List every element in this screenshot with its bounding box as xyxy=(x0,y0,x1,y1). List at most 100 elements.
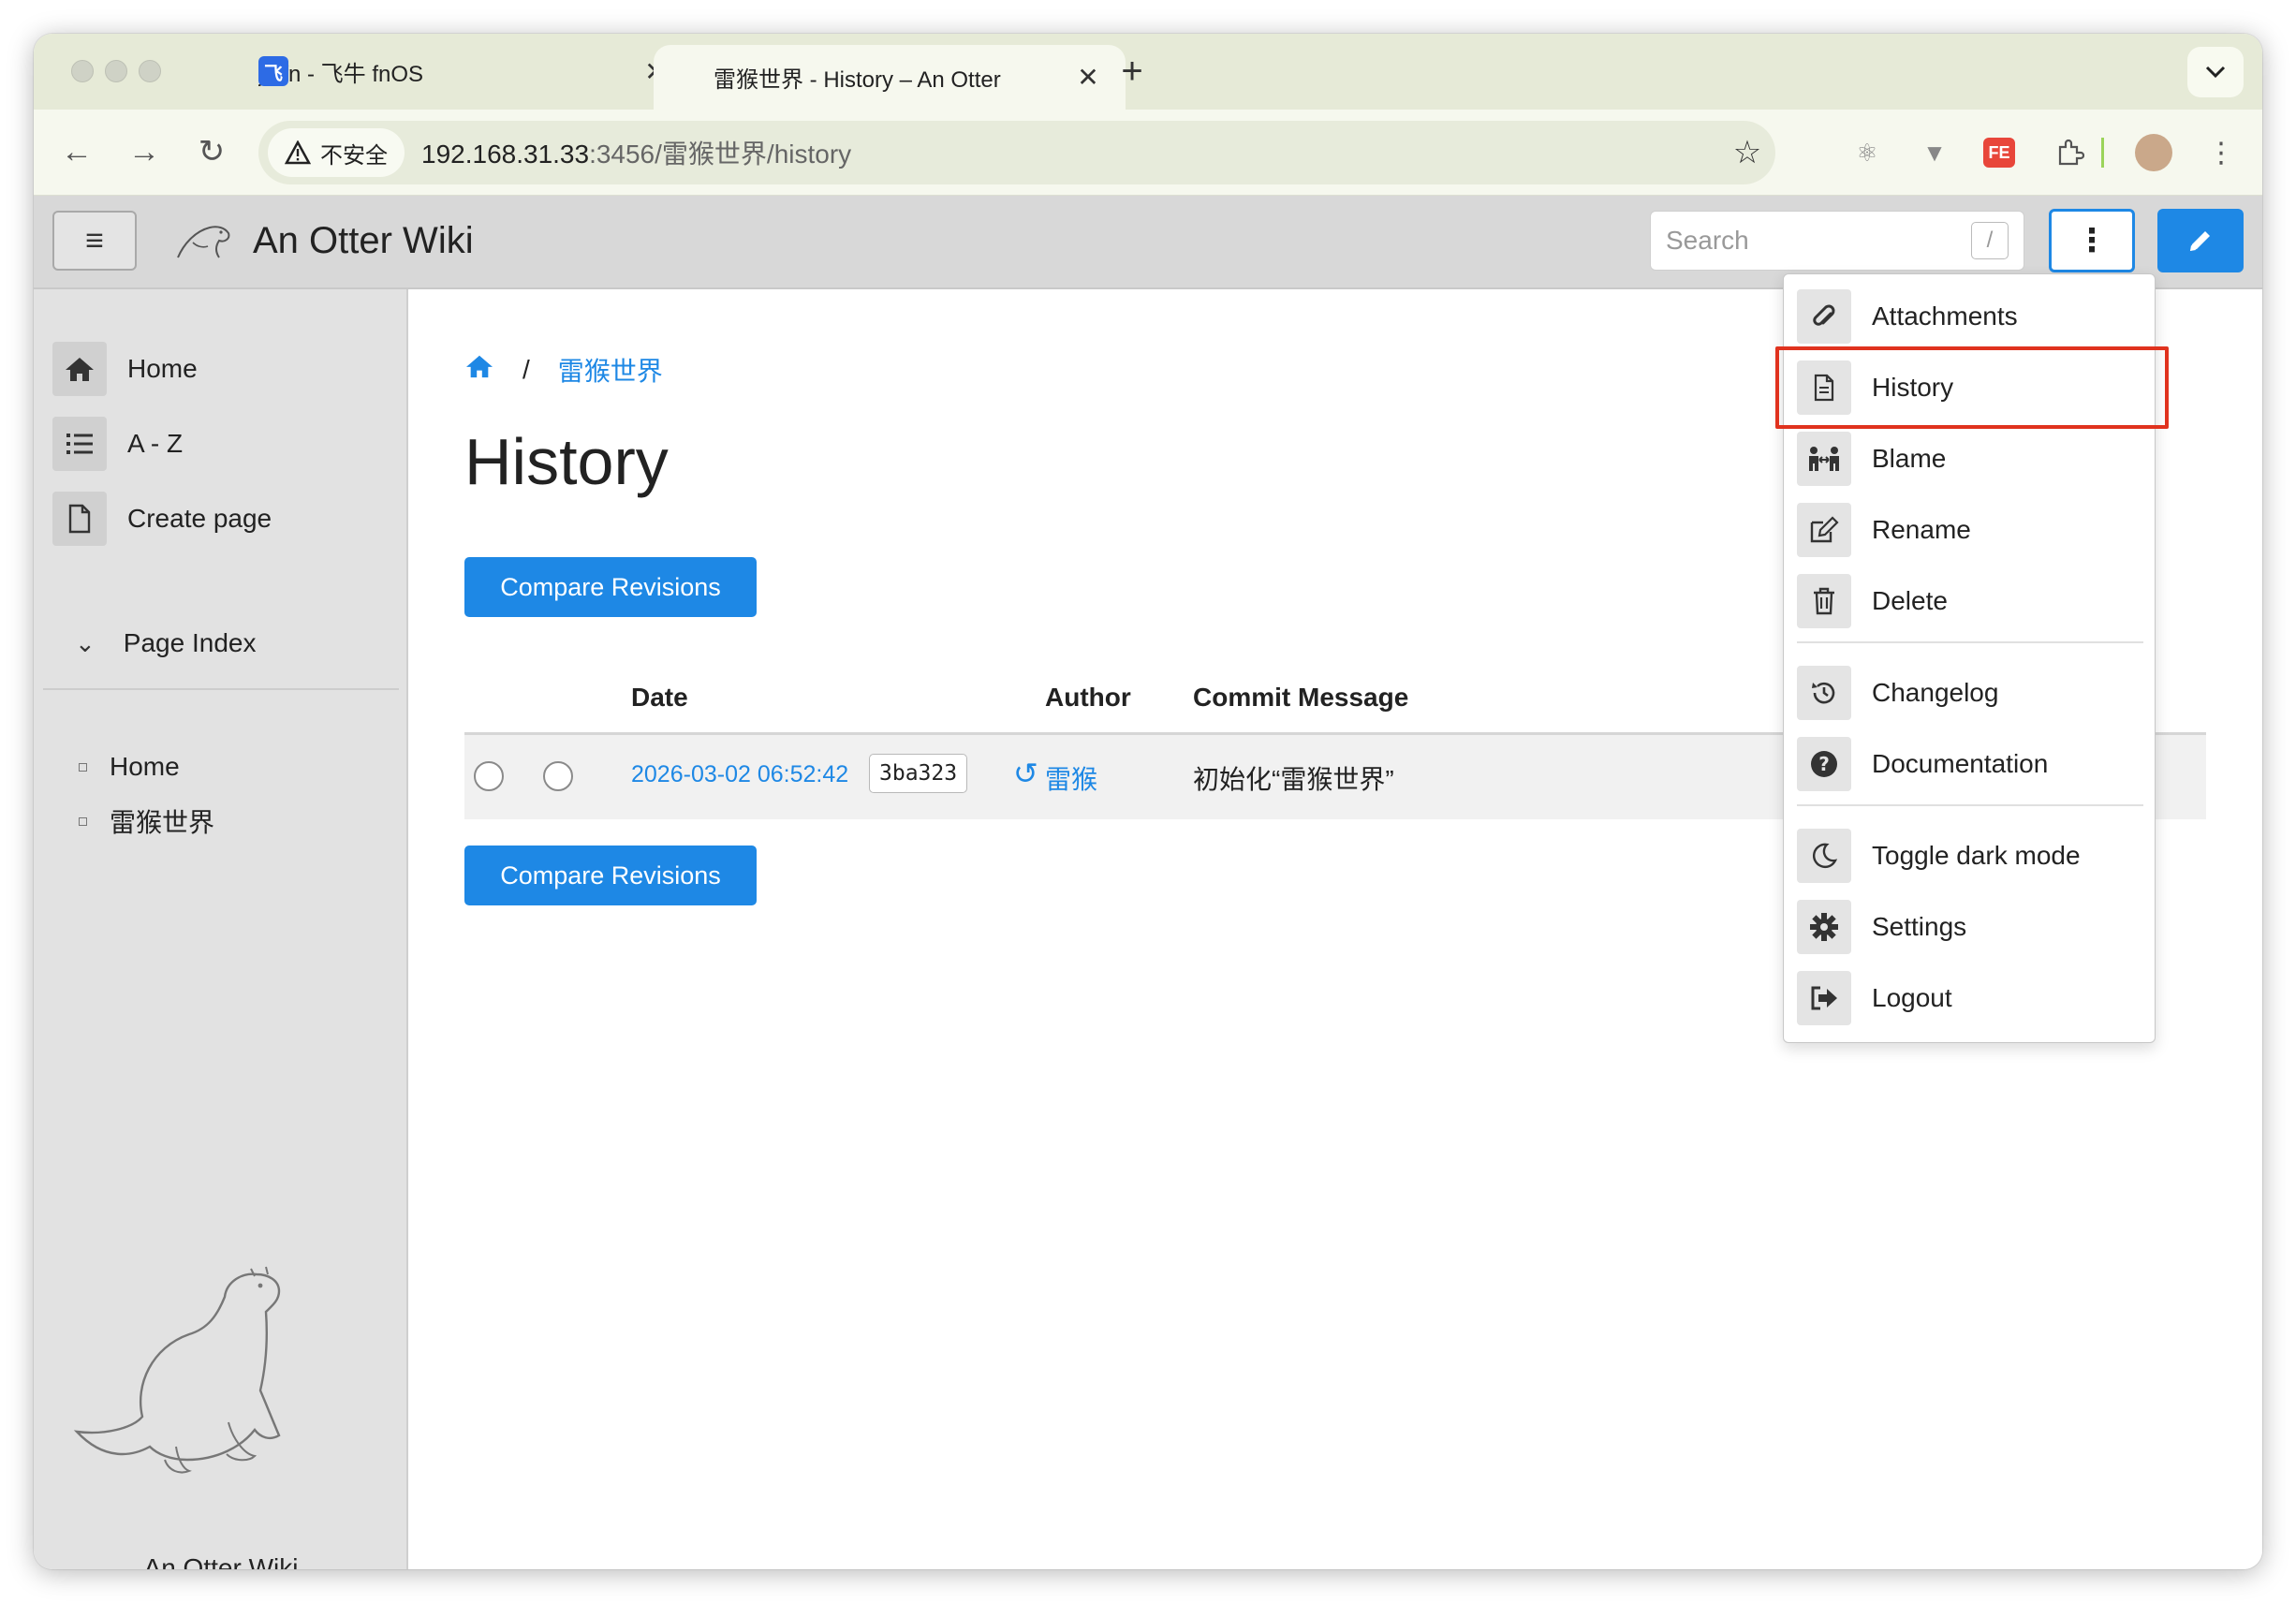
sidebar-item-label: A - Z xyxy=(127,429,184,458)
menu-item-logout[interactable]: Logout xyxy=(1797,969,2143,1027)
menu-divider xyxy=(1797,641,2143,643)
paperclip-icon xyxy=(1797,289,1851,344)
svg-text:?: ? xyxy=(1818,753,1830,775)
search-input[interactable]: Search / xyxy=(1650,211,2024,271)
site-title[interactable]: An Otter Wiki xyxy=(253,220,474,262)
sidebar-item-create-page[interactable]: Create page xyxy=(52,492,272,546)
bullet-icon xyxy=(79,762,87,772)
breadcrumb-page-link[interactable]: 雷猴世界 xyxy=(558,351,663,389)
sidebar-item-label: Home xyxy=(127,354,198,383)
arrow-left-icon: ← xyxy=(61,134,93,169)
menu-item-delete[interactable]: Delete xyxy=(1797,572,2143,630)
browser-menu-icon[interactable]: ⋮ xyxy=(2202,134,2240,171)
column-header-commit-message: Commit Message xyxy=(1193,683,1409,712)
revert-icon[interactable]: ↺ xyxy=(1013,756,1038,791)
bookmark-star-icon[interactable]: ☆ xyxy=(1719,134,1775,171)
menu-item-label: Delete xyxy=(1872,586,1948,615)
chevron-down-icon xyxy=(2205,66,2226,79)
close-window-button[interactable] xyxy=(71,60,94,82)
new-tab-button[interactable]: + xyxy=(1111,51,1154,94)
menu-item-documentation[interactable]: ? Documentation xyxy=(1797,735,2143,793)
minimize-window-button[interactable] xyxy=(105,60,127,82)
page-index-label: Page Index xyxy=(123,628,257,657)
file-icon xyxy=(52,492,107,546)
forward-button[interactable]: → xyxy=(122,130,167,175)
hamburger-icon: ≡ xyxy=(85,222,104,258)
chevron-down-icon: ⌄ xyxy=(75,628,96,657)
otter-logo-icon xyxy=(177,226,230,258)
tab-close-icon[interactable]: ✕ xyxy=(1073,62,1103,93)
revision-author-link[interactable]: 雷猴 xyxy=(1045,759,1097,797)
menu-item-label: Rename xyxy=(1872,515,1971,544)
extensions-puzzle-icon[interactable] xyxy=(2051,134,2088,171)
page-title: History xyxy=(464,425,669,498)
page-index-item[interactable]: Home xyxy=(79,752,180,782)
sidebar-toggle-button[interactable]: ≡ xyxy=(52,211,137,271)
revision-commit-message: 初始化“雷猴世界” xyxy=(1193,765,1394,794)
browser-window: 飞 jk-fn - 飞牛 fnOS ✕ 雷猴世界 - History – An … xyxy=(34,34,2262,1569)
question-circle-icon: ? xyxy=(1797,737,1851,791)
security-chip[interactable]: 不安全 xyxy=(268,128,405,177)
divider xyxy=(43,688,399,690)
compare-revisions-button-bottom[interactable]: Compare Revisions xyxy=(464,846,757,905)
menu-item-label: Blame xyxy=(1872,444,1947,473)
menu-item-label: Documentation xyxy=(1872,749,2049,778)
profile-avatar[interactable] xyxy=(2135,134,2172,171)
menu-divider xyxy=(1797,804,2143,806)
breadcrumb: / 雷猴世界 xyxy=(464,351,663,389)
sign-out-icon xyxy=(1797,971,1851,1025)
list-icon xyxy=(52,417,107,471)
home-icon xyxy=(52,342,107,396)
menu-item-label: Toggle dark mode xyxy=(1872,841,2081,870)
revision-sha-badge[interactable]: 3ba323 xyxy=(869,754,968,793)
people-arrows-icon xyxy=(1797,432,1851,486)
sidebar-item-label: Create page xyxy=(127,504,272,533)
menu-item-rename[interactable]: Rename xyxy=(1797,501,2143,559)
sidebar-item-home[interactable]: Home xyxy=(52,342,198,396)
column-header-date: Date xyxy=(631,683,688,712)
menu-item-changelog[interactable]: Changelog xyxy=(1797,664,2143,722)
page-index-item[interactable]: 雷猴世界 xyxy=(79,802,214,840)
page-menu-button[interactable]: ⋮ xyxy=(2049,209,2135,272)
trash-icon xyxy=(1797,574,1851,628)
fnos-favicon-icon: 飞 xyxy=(258,56,288,86)
otter-illustration-icon xyxy=(73,1266,281,1474)
revision-date-link[interactable]: 2026-03-02 06:52:42 xyxy=(631,761,848,788)
sidebar: Home A - Z Create page ⌄ Page Index Home… xyxy=(34,289,408,1569)
menu-item-label: Changelog xyxy=(1872,678,1999,707)
url-text[interactable]: 192.168.31.33:3456/雷猴世界/history xyxy=(421,134,1719,171)
tab-strip: 飞 jk-fn - 飞牛 fnOS ✕ 雷猴世界 - History – An … xyxy=(34,34,2262,110)
tab-jk-fn[interactable]: 飞 jk-fn - 飞牛 fnOS ✕ xyxy=(202,34,689,110)
bullet-icon xyxy=(79,816,87,826)
address-bar[interactable]: 不安全 192.168.31.33:3456/雷猴世界/history ☆ xyxy=(258,121,1775,184)
menu-item-toggle-dark-mode[interactable]: Toggle dark mode xyxy=(1797,827,2143,885)
revision-from-radio[interactable] xyxy=(474,761,504,791)
tab-search-button[interactable] xyxy=(2187,47,2244,97)
zoom-window-button[interactable] xyxy=(139,60,161,82)
home-icon[interactable] xyxy=(464,353,494,387)
history-highlight-box xyxy=(1775,346,2169,429)
back-button[interactable]: ← xyxy=(54,130,99,175)
revision-to-radio[interactable] xyxy=(543,761,573,791)
menu-item-attachments[interactable]: Attachments xyxy=(1797,287,2143,346)
page-index-toggle[interactable]: ⌄ Page Index xyxy=(75,628,256,658)
tab-title: 雷猴世界 - History – An Otter xyxy=(714,67,1001,93)
compare-revisions-button-top[interactable]: Compare Revisions xyxy=(464,557,757,617)
react-devtools-icon[interactable]: ⚛ xyxy=(1848,134,1886,171)
menu-item-blame[interactable]: Blame xyxy=(1797,430,2143,488)
breadcrumb-separator: / xyxy=(522,355,530,384)
column-header-author: Author xyxy=(1045,683,1131,712)
reload-icon: ↻ xyxy=(198,134,226,169)
sidebar-item-a-z[interactable]: A - Z xyxy=(52,417,183,471)
tab-history[interactable]: 雷猴世界 - History – An Otter ✕ xyxy=(654,45,1126,110)
search-hotkey-badge: / xyxy=(1971,222,2009,259)
sidebar-footer: An Otter Wiki xyxy=(143,1553,299,1569)
edit-icon xyxy=(1797,503,1851,557)
warning-icon xyxy=(285,140,311,165)
tab-title: jk-fn - 飞牛 fnOS xyxy=(258,62,424,87)
vue-devtools-icon[interactable]: ▼ xyxy=(1916,134,1953,171)
menu-item-settings[interactable]: Settings xyxy=(1797,898,2143,956)
reload-button[interactable]: ↻ xyxy=(189,130,234,175)
edit-page-button[interactable] xyxy=(2157,209,2244,272)
fe-helper-icon[interactable]: FE xyxy=(1983,138,2015,168)
